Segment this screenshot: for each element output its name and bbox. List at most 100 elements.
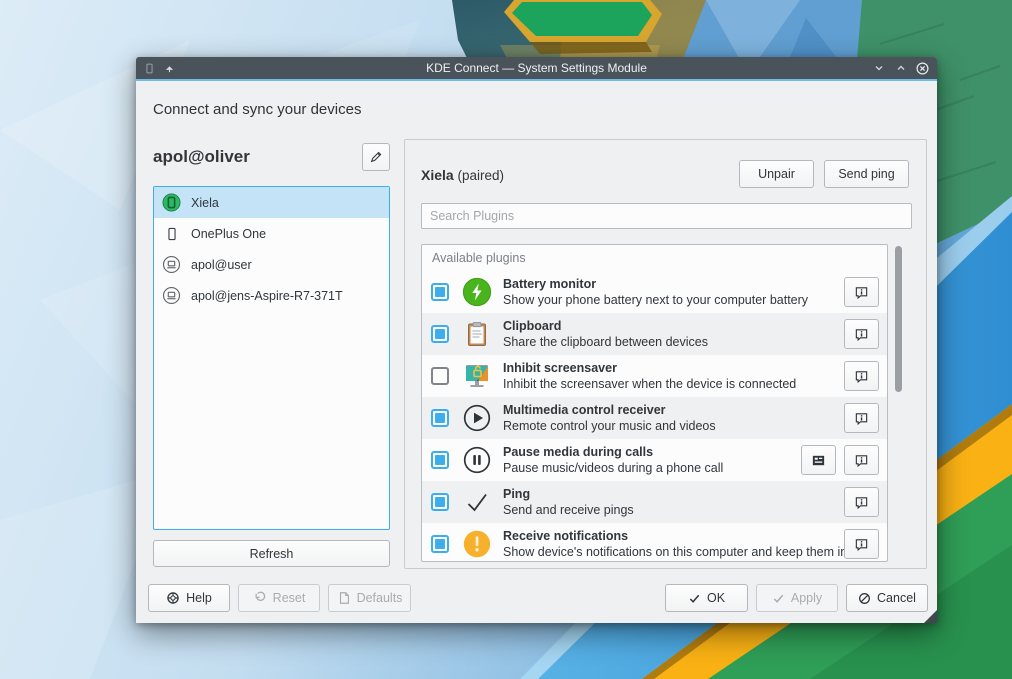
plugin-checkbox[interactable]: [431, 283, 449, 301]
plugin-row[interactable]: Clipboard Share the clipboard between de…: [422, 313, 887, 355]
device-name: apol@jens-Aspire-R7-371T: [191, 289, 343, 303]
account-name: apol@oliver: [153, 147, 250, 167]
plugin-row[interactable]: Ping Send and receive pings: [422, 481, 887, 523]
device-list-item[interactable]: Xiela: [154, 187, 389, 218]
close-icon[interactable]: [916, 62, 929, 75]
plugins-list-header: Available plugins: [422, 245, 887, 271]
unpair-button[interactable]: Unpair: [739, 160, 814, 188]
laptop-icon: [162, 286, 181, 305]
minimize-icon[interactable]: [872, 62, 885, 75]
clipboard-icon: [462, 319, 492, 349]
plugin-description: Share the clipboard between devices: [503, 334, 708, 350]
plugin-checkbox[interactable]: [431, 367, 449, 385]
ok-button[interactable]: OK: [665, 584, 748, 612]
cancel-icon: [858, 592, 871, 605]
plugin-checkbox[interactable]: [431, 325, 449, 343]
plugin-checkbox[interactable]: [431, 535, 449, 553]
plugin-row[interactable]: Multimedia control receiver Remote contr…: [422, 397, 887, 439]
plugin-description: Show your phone battery next to your com…: [503, 292, 808, 308]
info-icon: [854, 369, 869, 384]
check-icon: [772, 592, 785, 605]
check-icon: [688, 592, 701, 605]
refresh-button[interactable]: Refresh: [153, 540, 390, 567]
pairing-status: (paired): [457, 168, 504, 183]
info-icon: [854, 537, 869, 552]
device-list-item[interactable]: apol@jens-Aspire-R7-371T: [154, 280, 389, 311]
smartphone-connected-icon: [162, 193, 181, 212]
help-icon: [166, 591, 180, 605]
rename-device-button[interactable]: [362, 143, 390, 171]
info-icon: [854, 411, 869, 426]
window-title: KDE Connect — System Settings Module: [136, 61, 937, 75]
kde-connect-window: KDE Connect — System Settings Module Con…: [136, 57, 937, 623]
plugin-checkbox[interactable]: [431, 493, 449, 511]
plugin-name: Inhibit screensaver: [503, 360, 796, 376]
device-list: Xiela OnePlus One apol@user apol@jens-As…: [153, 186, 390, 530]
resize-grip[interactable]: [924, 610, 937, 623]
info-icon: [854, 453, 869, 468]
plugin-row[interactable]: Battery monitor Show your phone battery …: [422, 271, 887, 313]
plugin-description: Send and receive pings: [503, 502, 634, 518]
plugin-name: Clipboard: [503, 318, 708, 334]
send-ping-button[interactable]: Send ping: [824, 160, 909, 188]
search-plugins-input[interactable]: [421, 203, 912, 229]
notification-icon: [462, 529, 492, 559]
info-icon: [854, 495, 869, 510]
plugin-about-button[interactable]: [844, 361, 879, 391]
plugin-rows: Battery monitor Show your phone battery …: [422, 271, 887, 562]
plugin-row[interactable]: Receive notifications Show device's noti…: [422, 523, 887, 562]
plugin-row[interactable]: Pause media during calls Pause music/vid…: [422, 439, 887, 481]
reset-icon: [253, 591, 267, 605]
device-name: Xiela: [191, 196, 219, 210]
pause-icon: [462, 445, 492, 475]
defaults-icon: [337, 591, 351, 605]
page-title: Connect and sync your devices: [153, 101, 361, 118]
help-button[interactable]: Help: [148, 584, 230, 612]
plugin-name: Ping: [503, 486, 634, 502]
plugin-name: Multimedia control receiver: [503, 402, 716, 418]
plugin-about-button[interactable]: [844, 487, 879, 517]
configure-icon: [811, 453, 826, 468]
plugin-configure-button[interactable]: [801, 445, 836, 475]
plugin-checkbox[interactable]: [431, 451, 449, 469]
plugin-description: Inhibit the screensaver when the device …: [503, 376, 796, 392]
device-name: apol@user: [191, 258, 252, 272]
smartphone-icon: [162, 224, 181, 243]
selected-device-name: Xiela: [421, 167, 454, 183]
plugin-row[interactable]: Inhibit screensaver Inhibit the screensa…: [422, 355, 887, 397]
apply-button[interactable]: Apply: [756, 584, 838, 612]
maximize-icon[interactable]: [894, 62, 907, 75]
device-list-item[interactable]: apol@user: [154, 249, 389, 280]
reset-button[interactable]: Reset: [238, 584, 320, 612]
device-list-item[interactable]: OnePlus One: [154, 218, 389, 249]
battery-icon: [462, 277, 492, 307]
plugin-description: Pause music/videos during a phone call: [503, 460, 723, 476]
refresh-label: Refresh: [250, 547, 294, 561]
device-panel: Xiela (paired) Unpair Send ping Availabl…: [404, 139, 927, 569]
plugin-about-button[interactable]: [844, 445, 879, 475]
plugin-about-button[interactable]: [844, 319, 879, 349]
laptop-icon: [162, 255, 181, 274]
info-icon: [854, 327, 869, 342]
pencil-icon: [369, 150, 383, 164]
plugins-scrollbar[interactable]: [895, 246, 902, 392]
plugins-list: Available plugins Battery monitor Show y…: [421, 244, 888, 562]
check-icon: [462, 487, 492, 517]
plugin-checkbox[interactable]: [431, 409, 449, 427]
plugin-description: Remote control your music and videos: [503, 418, 716, 434]
screensaver-icon: [462, 361, 492, 391]
plugin-about-button[interactable]: [844, 403, 879, 433]
plugin-description: Show device's notifications on this comp…: [503, 544, 844, 560]
plugin-about-button[interactable]: [844, 529, 879, 559]
plugin-about-button[interactable]: [844, 277, 879, 307]
keep-above-icon[interactable]: [163, 62, 176, 75]
cancel-button[interactable]: Cancel: [846, 584, 928, 612]
info-icon: [854, 285, 869, 300]
titlebar[interactable]: KDE Connect — System Settings Module: [136, 57, 937, 81]
device-name: OnePlus One: [191, 227, 266, 241]
plugin-name: Battery monitor: [503, 276, 808, 292]
plugin-name: Receive notifications: [503, 528, 844, 544]
app-icon: [143, 62, 156, 75]
defaults-button[interactable]: Defaults: [328, 584, 411, 612]
play-icon: [462, 403, 492, 433]
